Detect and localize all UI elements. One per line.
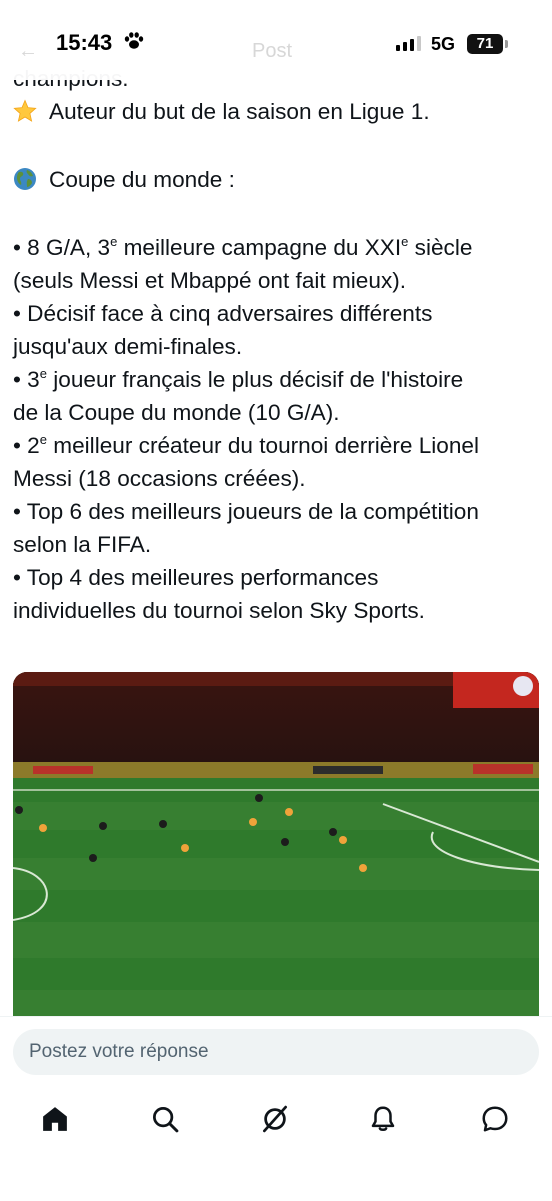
bullet-1: • 8 G/A, 3e meilleure campagne du XXIe s… [13, 231, 545, 264]
bullet-1-text-c: siècle [408, 235, 473, 260]
bullet-4-text-b: meilleur créateur du tournoi derrière Li… [47, 433, 480, 458]
bullet-4-sup: e [39, 432, 47, 447]
award-text: Auteur du but de la saison en Ligue 1. [49, 99, 430, 124]
tab-search[interactable] [140, 1096, 190, 1142]
battery-icon: 71 [467, 34, 508, 54]
bullet-6-line-2: individuelles du tournoi selon Sky Sport… [13, 598, 425, 623]
bullet-3-text-a: • 3 [13, 367, 40, 392]
section-title-text: Coupe du monde : [49, 167, 235, 192]
cellular-signal-icon [396, 36, 421, 51]
bullet-3-sup: e [39, 366, 47, 381]
paw-icon [124, 32, 144, 49]
post-text: champions. Auteur du but de la saison en… [13, 66, 545, 627]
bullet-4-line-2: Messi (18 occasions créées). [13, 466, 306, 491]
bullet-3-line-2: de la Coupe du monde (10 G/A). [13, 400, 340, 425]
football-match-thumbnail [13, 672, 539, 1017]
bullet-3: • 3e joueur français le plus décisif de … [13, 363, 545, 396]
star-emoji-icon [13, 99, 37, 122]
battery-level: 71 [476, 35, 494, 52]
video-player[interactable] [13, 672, 539, 1017]
search-icon [153, 1107, 179, 1133]
header-title: Post [252, 40, 293, 62]
bullet-1-text-b: meilleure campagne du XXI [117, 235, 402, 260]
reply-input[interactable] [13, 1029, 539, 1075]
notifications-icon [371, 1106, 395, 1132]
bullet-2: • Décisif face à cinq adversaires différ… [13, 301, 433, 326]
bullet-1-text-a: • 8 G/A, 3 [13, 235, 111, 260]
tab-grok[interactable] [250, 1096, 300, 1142]
section-title: Coupe du monde : [13, 163, 545, 196]
post-line-award: Auteur du but de la saison en Ligue 1. [13, 95, 545, 128]
network-type: 5G [431, 34, 456, 54]
tab-notifications[interactable] [358, 1096, 408, 1142]
bullet-6: • Top 4 des meilleures performances [13, 565, 379, 590]
bullet-3-text-b: joueur français le plus décisif de l'his… [47, 367, 464, 392]
bottom-tab-bar [0, 1096, 552, 1146]
back-arrow-icon[interactable]: ← [18, 40, 38, 63]
grok-icon [263, 1105, 287, 1133]
bullet-4-text-a: • 2 [13, 433, 40, 458]
bullet-5: • Top 6 des meilleurs joueurs de la comp… [13, 499, 479, 524]
bullet-2-line-2: jusqu'aux demi-finales. [13, 334, 243, 359]
status-time: 15:43 [56, 30, 113, 55]
bullet-5-line-2: selon la FIFA. [13, 532, 152, 557]
bullet-1-line-2: (seuls Messi et Mbappé ont fait mieux). [13, 268, 407, 293]
messages-icon [482, 1106, 508, 1132]
home-icon [43, 1107, 67, 1131]
globe-emoji-icon [14, 168, 36, 190]
tab-messages[interactable] [470, 1096, 520, 1142]
bullet-4: • 2e meilleur créateur du tournoi derriè… [13, 429, 545, 462]
tab-home[interactable] [30, 1096, 80, 1142]
